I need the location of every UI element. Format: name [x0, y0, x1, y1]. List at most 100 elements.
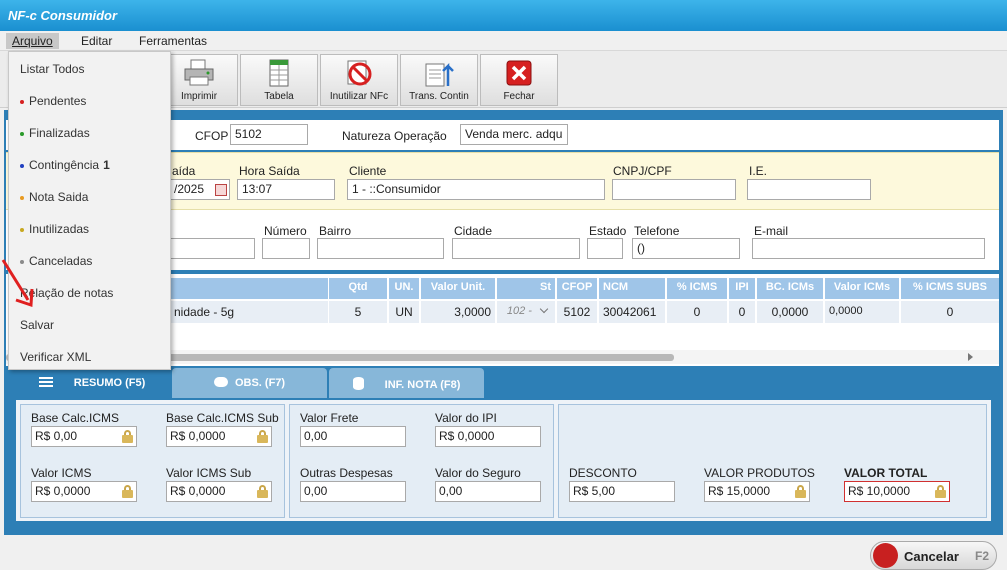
cell-un[interactable]: UN — [389, 301, 419, 323]
close-label: Fechar — [503, 91, 535, 102]
menu-item-pendentes[interactable]: Pendentes — [9, 85, 170, 117]
menu-item-finalizadas[interactable]: Finalizadas — [9, 117, 170, 149]
ie-input[interactable] — [747, 179, 871, 200]
natureza-label: Natureza Operação — [342, 129, 447, 143]
chevron-down-icon — [539, 304, 549, 314]
valor-icms-field: R$ 0,0000 — [31, 481, 137, 502]
valor-frete-input[interactable]: 0,00 — [300, 426, 406, 447]
footer-bar: Cancelar F2 — [0, 535, 1007, 570]
cell-valor-icms[interactable]: 0,0000 — [825, 301, 899, 323]
arquivo-dropdown-menu: Listar Todos Pendentes Finalizadas Contingê… — [8, 51, 171, 370]
hora-input[interactable]: 13:07 — [237, 179, 335, 200]
status-dot-icon — [20, 131, 24, 136]
ie-label: I.E. — [749, 164, 768, 178]
trans-contin-label: Trans. Contin — [409, 91, 469, 102]
valor-icms-value: R$ 0,0000 — [35, 484, 91, 498]
cidade-input[interactable] — [452, 238, 580, 259]
valor-total-label: VALOR TOTAL — [844, 466, 928, 480]
cell-icms-subs[interactable]: 0 — [901, 301, 999, 323]
resumo-panel: Base Calc.ICMS R$ 0,00 Base Calc.ICMS Su… — [14, 398, 993, 523]
valor-ipi-input[interactable]: R$ 0,0000 — [435, 426, 541, 447]
power-icon — [873, 543, 898, 568]
tab-inf-nota-label: INF. NOTA (F8) — [384, 379, 461, 391]
red-arrow-annotation — [1, 259, 34, 308]
list-icon — [38, 377, 53, 387]
window-title: NF-c Consumidor — [0, 0, 1007, 31]
col-valor-unit: Valor Unit. — [421, 278, 495, 299]
col-un: UN. — [389, 278, 419, 299]
lock-icon — [257, 430, 268, 443]
inutilizar-label: Inutilizar NFc — [329, 91, 389, 102]
estado-input[interactable] — [587, 238, 623, 259]
status-dot-icon — [20, 195, 24, 200]
valor-produtos-value: R$ 15,0000 — [708, 484, 771, 498]
valor-total-value: R$ 10,0000 — [848, 484, 911, 498]
menu-item-verificar-xml[interactable]: Verificar XML — [9, 341, 170, 373]
saida-input[interactable]: /2025 — [170, 179, 230, 200]
cnpj-input[interactable] — [612, 179, 736, 200]
print-button[interactable]: Imprimir — [160, 54, 238, 106]
table-button[interactable]: Tabela — [240, 54, 318, 106]
close-button[interactable]: Fechar — [480, 54, 558, 106]
cell-icms[interactable]: 0 — [667, 301, 727, 323]
valor-seguro-input[interactable]: 0,00 — [435, 481, 541, 502]
cfop-input[interactable]: 5102 — [230, 124, 308, 145]
menu-arquivo[interactable]: Arquivo — [6, 33, 59, 49]
menu-editar[interactable]: Editar — [75, 33, 118, 49]
cell-valor-unit[interactable]: 3,0000 — [421, 301, 495, 323]
endereco-input[interactable] — [170, 238, 255, 259]
cell-cfop[interactable]: 5102 — [557, 301, 597, 323]
col-ncm: NCM — [599, 278, 665, 299]
base-calc-icms-sub-label: Base Calc.ICMS Sub — [166, 411, 279, 425]
cell-bc-icms[interactable]: 0,0000 — [757, 301, 823, 323]
cliente-input[interactable]: 1 - ::Consumidor — [347, 179, 605, 200]
inutilizar-button[interactable]: Inutilizar NFc — [320, 54, 398, 106]
calendar-icon[interactable] — [215, 184, 227, 196]
count-badge: 1 — [103, 158, 110, 172]
status-dot-icon — [20, 227, 24, 232]
tab-obs-label: OBS. (F7) — [234, 377, 286, 389]
numero-input[interactable] — [262, 238, 310, 259]
desconto-label: DESCONTO — [569, 466, 637, 480]
saida-value: /2025 — [174, 182, 205, 196]
cell-ncm[interactable]: 30042061 — [599, 301, 665, 323]
menu-item-listar-todos[interactable]: Listar Todos — [9, 53, 170, 85]
bairro-input[interactable] — [317, 238, 444, 259]
scroll-right-icon[interactable] — [968, 353, 973, 361]
col-qtd: Qtd — [329, 278, 387, 299]
email-input[interactable] — [752, 238, 985, 259]
print-label: Imprimir — [180, 91, 218, 102]
cell-st-select[interactable]: 102 - — [497, 301, 555, 323]
col-descricao — [170, 278, 328, 299]
cell-qtd[interactable]: 5 — [329, 301, 387, 323]
trans-contin-button[interactable]: Trans. Contin — [400, 54, 478, 106]
cell-descricao[interactable]: nidade - 5g — [170, 301, 328, 323]
valor-ipi-label: Valor do IPI — [435, 411, 497, 425]
menu-item-inutilizadas[interactable]: Inutilizadas — [9, 213, 170, 245]
telefone-input[interactable]: () — [632, 238, 740, 259]
tab-obs[interactable]: OBS. (F7) — [172, 368, 327, 398]
transfer-icon — [425, 62, 454, 87]
menu-ferramentas[interactable]: Ferramentas — [133, 33, 213, 49]
natureza-input[interactable]: Venda merc. adqu — [460, 124, 568, 145]
cliente-label: Cliente — [349, 164, 387, 178]
tab-inf-nota[interactable]: INF. NOTA (F8) — [329, 368, 484, 398]
valor-icms-label: Valor ICMS — [31, 466, 92, 480]
cancel-label: Cancelar — [904, 549, 959, 564]
col-ipi: IPI — [729, 278, 755, 299]
col-icms: % ICMS — [667, 278, 727, 299]
valor-seguro-label: Valor do Seguro — [435, 466, 521, 480]
outras-despesas-label: Outras Despesas — [300, 466, 393, 480]
menu-item-nota-saida[interactable]: Nota Saida — [9, 181, 170, 213]
menu-item-conting-ncia[interactable]: Contingência 1 — [9, 149, 170, 181]
base-calc-icms-value: R$ 0,00 — [35, 429, 78, 443]
col-icms-subs: % ICMS SUBS — [901, 278, 999, 299]
cancel-button[interactable]: Cancelar F2 — [870, 541, 997, 570]
valor-icms-sub-field: R$ 0,0000 — [166, 481, 272, 502]
cfop-label: CFOP — [195, 129, 229, 143]
table-label: Tabela — [264, 91, 294, 102]
outras-despesas-input[interactable]: 0,00 — [300, 481, 406, 502]
cell-ipi[interactable]: 0 — [729, 301, 755, 323]
saida-label: aída — [172, 164, 196, 178]
desconto-input[interactable]: R$ 5,00 — [569, 481, 675, 502]
